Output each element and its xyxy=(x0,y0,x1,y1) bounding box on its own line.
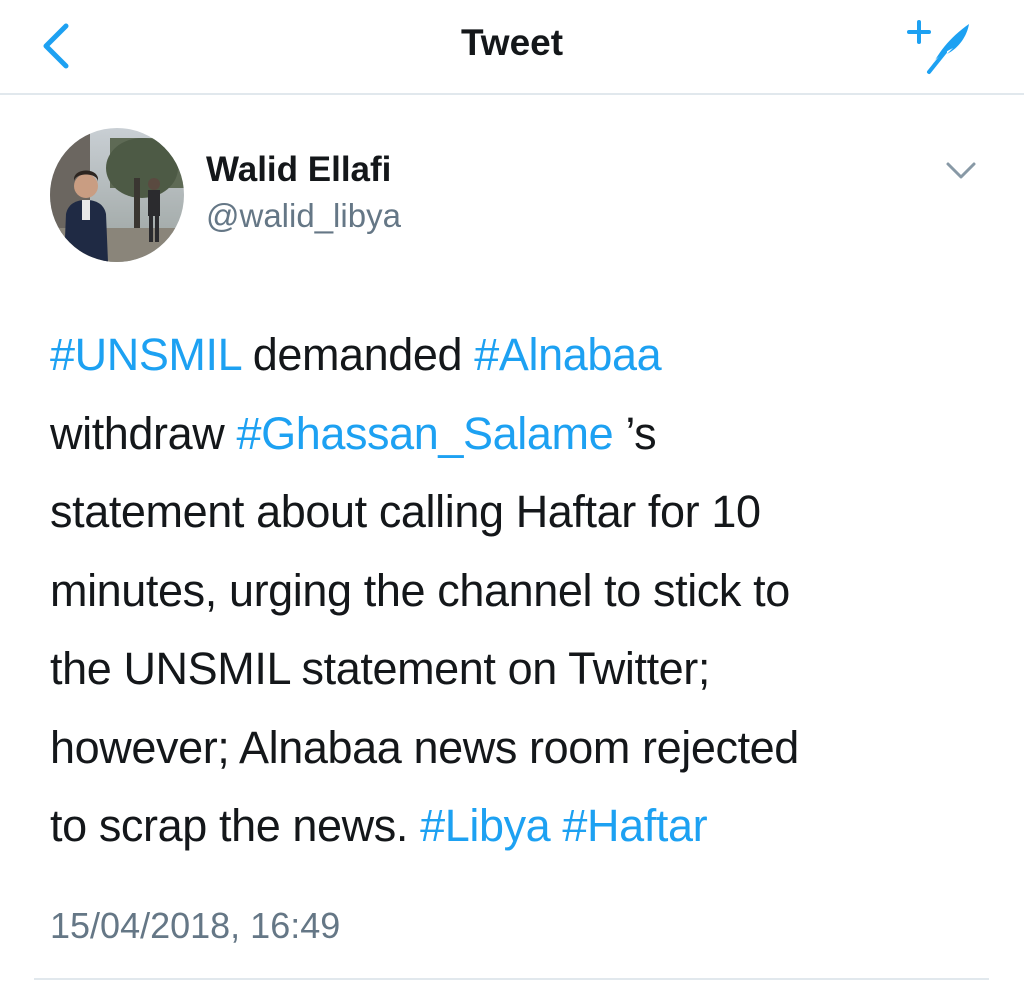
hashtag-link[interactable]: #Libya xyxy=(420,800,551,851)
tweet-text-segment: withdraw xyxy=(50,407,237,459)
compose-tweet-button[interactable] xyxy=(905,14,977,80)
tweet-text-line: withdraw #Ghassan_Salame ’s xyxy=(50,395,990,474)
tweet-timestamp: 15/04/2018, 16:49 xyxy=(50,905,341,946)
compose-tweet-icon xyxy=(907,20,969,74)
page-title: Tweet xyxy=(460,22,564,63)
avatar-photo xyxy=(50,128,184,262)
tweet-text-line: #UNSMIL demanded #Alnabaa xyxy=(50,316,990,395)
navigation-bar: Tweet xyxy=(0,0,1024,95)
tweet-text-segment: minutes, urging the channel to stick to xyxy=(50,564,790,616)
tweet-text-segment: statement about calling Haftar for 10 xyxy=(50,486,761,537)
avatar[interactable] xyxy=(50,128,184,262)
hashtag-link[interactable]: #Haftar xyxy=(562,800,707,851)
tweet-text-segment: the UNSMIL statement on Twitter; xyxy=(50,643,710,694)
tweet-menu-button[interactable] xyxy=(944,158,978,184)
tweet-text-segment: ’s xyxy=(613,407,657,459)
tweet-text-segment xyxy=(550,800,562,851)
author-display-name[interactable]: Walid Ellafi xyxy=(206,150,391,190)
hashtag-link[interactable]: #Alnabaa xyxy=(474,329,661,380)
tweet-text-line: to scrap the news. #Libya #Haftar xyxy=(50,787,990,866)
tweet-text-line: the UNSMIL statement on Twitter; xyxy=(50,630,990,709)
tweet-text-segment: demanded xyxy=(240,329,475,380)
tweet-text-segment: however; Alnabaa news room rejected xyxy=(50,721,799,773)
tweet-text-line: minutes, urging the channel to stick to xyxy=(50,552,990,631)
divider xyxy=(34,978,989,980)
tweet-text-line: however; Alnabaa news room rejected xyxy=(50,709,990,788)
hashtag-link[interactable]: #UNSMIL xyxy=(50,329,241,380)
tweet-text-line: statement about calling Haftar for 10 xyxy=(50,473,990,552)
tweet-body: #UNSMIL demanded #Alnabaa withdraw #Ghass… xyxy=(50,316,990,866)
chevron-down-icon xyxy=(946,162,976,179)
author-handle[interactable]: @walid_libya xyxy=(206,197,401,235)
hashtag-link[interactable]: #Ghassan_Salame xyxy=(236,408,613,459)
tweet-text-segment: to scrap the news. xyxy=(50,800,421,851)
